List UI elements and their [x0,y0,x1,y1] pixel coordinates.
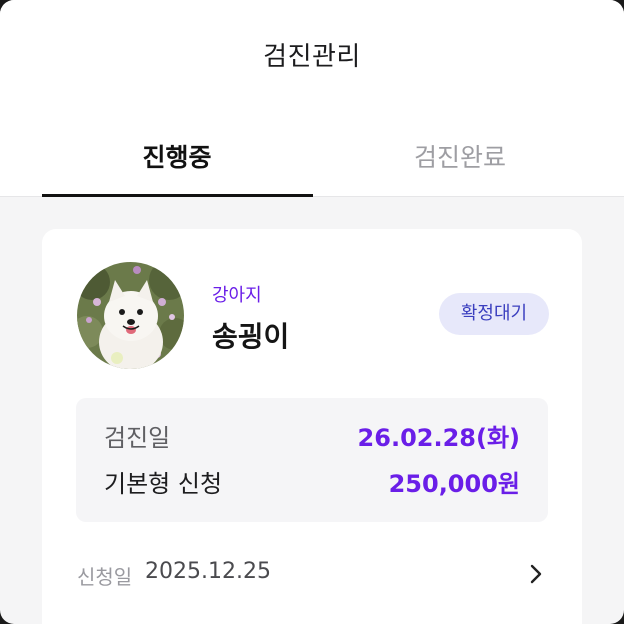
dog-photo-icon [77,262,184,369]
tab-completed[interactable]: 검진완료 [325,138,595,174]
page-title: 검진관리 [263,42,361,72]
active-tab-indicator [42,194,313,197]
status-badge: 확정대기 [439,293,549,335]
plan-label: 기본형 신청 [104,470,223,498]
top-bar: 검진관리 진행중 검진완료 [0,0,624,197]
pet-name: 송굉이 [212,320,290,353]
pet-avatar [77,262,184,369]
apply-date-row[interactable]: 신청일 2025.12.25 [77,559,547,589]
tab-in-progress[interactable]: 진행중 [42,138,312,174]
screen: 검진관리 진행중 검진완료 강아지 송굉이 확정대기 검진일 26.02.28(… [0,0,624,624]
apply-date-value: 2025.12.25 [145,559,271,584]
plan-price: 250,000원 [388,470,520,498]
exam-date-label: 검진일 [104,424,171,452]
chevron-right-icon[interactable] [525,563,547,585]
exam-date-row: 검진일 26.02.28(화) [104,418,520,454]
exam-date-value: 26.02.28(화) [357,424,520,452]
exam-card[interactable]: 강아지 송굉이 확정대기 검진일 26.02.28(화) 기본형 신청 250,… [42,229,582,624]
pet-species: 강아지 [212,285,262,306]
apply-date-label: 신청일 [77,565,133,589]
plan-row: 기본형 신청 250,000원 [104,464,520,500]
exam-info-box: 검진일 26.02.28(화) 기본형 신청 250,000원 [76,398,548,522]
